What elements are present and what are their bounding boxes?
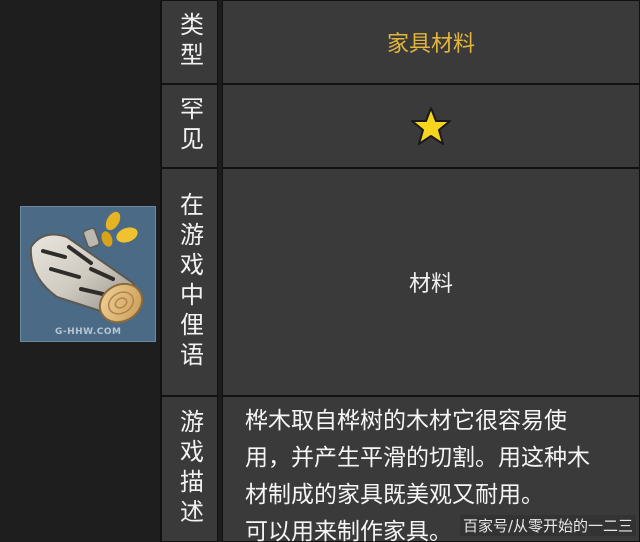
description-line: 材制成的家具既美观又耐用。 — [245, 482, 544, 508]
description-label-cell: 游戏描述 — [160, 396, 218, 542]
rarity-label-cell: 罕见 — [160, 84, 218, 168]
source-tag: 百家号/从零开始的一二三 — [459, 515, 636, 536]
type-value-cell: 家具材料 — [222, 0, 640, 84]
description-row: 游戏描述 桦木取自桦树的木材它很容易使 用，并产生平滑的切割。用这种木 材制成的… — [160, 396, 640, 542]
description-line: 桦木取自桦树的木材它很容易使 — [245, 408, 567, 434]
rarity-label: 罕见 — [175, 96, 204, 156]
rarity-row: 罕见 — [160, 84, 640, 168]
ingame-name-value: 材料 — [408, 272, 453, 297]
description-label: 游戏描述 — [175, 409, 204, 529]
rarity-value-cell — [222, 84, 640, 168]
ingame-name-label: 在游戏中俚语 — [175, 192, 204, 372]
description-value-cell: 桦木取自桦树的木材它很容易使 用，并产生平滑的切割。用这种木 材制成的家具既美观… — [222, 396, 640, 542]
type-label: 类型 — [175, 12, 204, 72]
type-value: 家具材料 — [386, 32, 475, 57]
type-label-cell: 类型 — [160, 0, 218, 84]
item-info-page: G-HHW.COM 类型 家具材料 罕见 在游戏中俚语 材料 游戏描述 桦木取自… — [0, 0, 640, 542]
star-icon — [411, 107, 451, 145]
description-line: 用，并产生平滑的切割。用这种木 — [245, 445, 590, 471]
birch-wood-log-icon: G-HHW.COM — [20, 206, 156, 342]
item-image-watermark: G-HHW.COM — [55, 327, 122, 337]
item-icon-panel: G-HHW.COM — [0, 0, 162, 542]
log-illustration — [21, 207, 155, 341]
ingame-name-value-cell: 材料 — [222, 168, 640, 396]
type-row: 类型 家具材料 — [160, 0, 640, 84]
ingame-name-row: 在游戏中俚语 材料 — [160, 168, 640, 396]
ingame-name-label-cell: 在游戏中俚语 — [160, 168, 218, 396]
